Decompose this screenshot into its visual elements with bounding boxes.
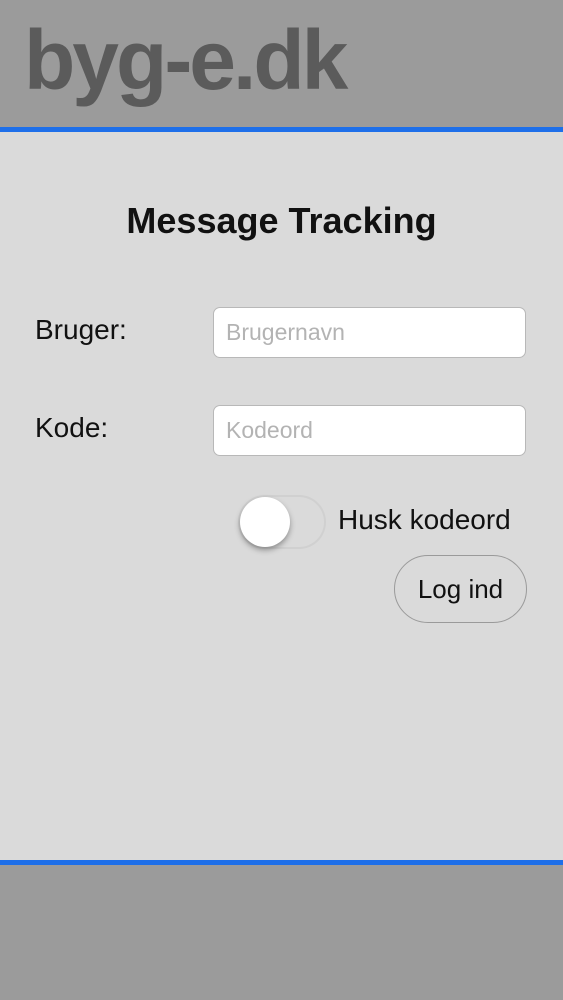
login-button[interactable]: Log ind [394,555,527,623]
username-label: Bruger: [35,314,127,345]
app-footer [0,865,563,1000]
password-label: Kode: [35,412,109,443]
username-input[interactable] [213,307,526,358]
password-input[interactable] [213,405,526,456]
page-title: Message Tracking [126,200,437,241]
remember-password-label: Husk kodeord [338,504,511,535]
logo: byg-e.dk [24,13,348,107]
toggle-knob [240,497,290,547]
app-header: byg-e.dk [0,0,563,127]
remember-password-toggle[interactable] [238,495,326,549]
login-panel: Message Tracking Bruger: Kode: Husk kode… [0,132,563,860]
